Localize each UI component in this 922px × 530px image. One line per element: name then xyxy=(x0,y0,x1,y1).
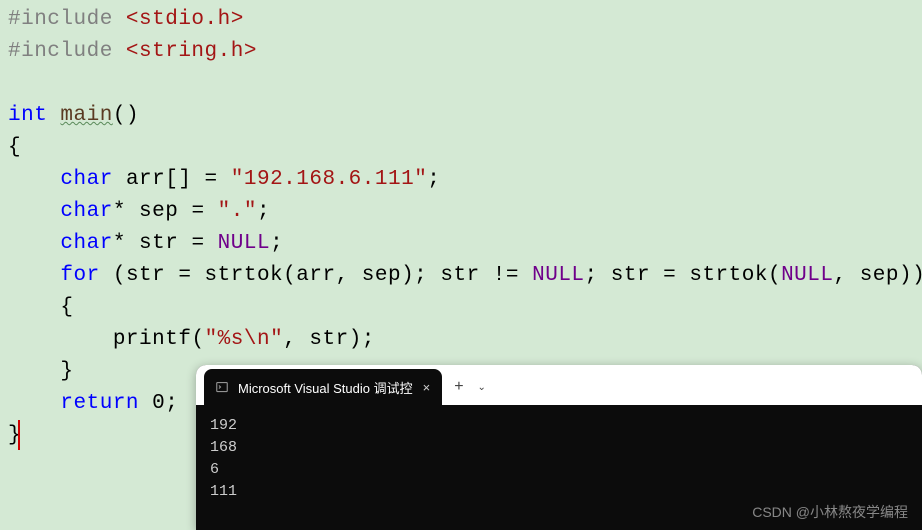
string-literal: "." xyxy=(218,200,257,223)
terminal-titlebar[interactable]: Microsoft Visual Studio 调试控 × + ⌄ xyxy=(196,365,922,405)
output-line: 192 xyxy=(210,415,908,437)
code-line: printf("%s\n", str); xyxy=(8,324,914,356)
open-brace: { xyxy=(8,136,21,159)
tab-dropdown-button[interactable]: ⌄ xyxy=(478,382,486,393)
close-icon[interactable]: × xyxy=(423,380,431,395)
format-string: "%s\n" xyxy=(205,328,284,351)
code-line: for (str = strtok(arr, sep); str != NULL… xyxy=(8,260,914,292)
text-cursor xyxy=(18,420,20,450)
for-keyword: for xyxy=(60,264,99,287)
code-line: } xyxy=(8,420,21,452)
type-keyword: char xyxy=(60,168,112,191)
null-macro: NULL xyxy=(218,232,270,255)
printf-call: printf xyxy=(113,328,192,351)
code-line: int main() xyxy=(8,100,914,132)
preprocessor-directive: #include xyxy=(8,8,126,31)
code-line: #include <stdio.h> xyxy=(8,4,914,36)
add-tab-button[interactable]: + xyxy=(454,378,463,396)
null-macro: NULL xyxy=(532,264,584,287)
null-macro: NULL xyxy=(781,264,833,287)
terminal-icon xyxy=(216,381,228,393)
include-path: <stdio.h> xyxy=(126,8,244,31)
output-line: 168 xyxy=(210,437,908,459)
code-line: #include <string.h> xyxy=(8,36,914,68)
string-literal: "192.168.6.111" xyxy=(231,168,428,191)
terminal-output[interactable]: 192 168 6 111 xyxy=(196,405,922,530)
tab-controls: + ⌄ xyxy=(442,369,498,405)
function-name: main xyxy=(60,104,112,127)
type-keyword: char xyxy=(60,200,112,223)
output-line: 6 xyxy=(210,459,908,481)
terminal-window: Microsoft Visual Studio 调试控 × + ⌄ 192 16… xyxy=(196,365,922,530)
include-path: <string.h> xyxy=(126,40,257,63)
output-line: 111 xyxy=(210,481,908,503)
code-line: char* str = NULL; xyxy=(8,228,914,260)
empty-line xyxy=(8,68,914,100)
code-line: char arr[] = "192.168.6.111"; xyxy=(8,164,914,196)
code-line: char* sep = "."; xyxy=(8,196,914,228)
code-line: { xyxy=(8,292,914,324)
code-line: { xyxy=(8,132,914,164)
preprocessor-directive: #include xyxy=(8,40,126,63)
parens: () xyxy=(113,104,139,127)
return-keyword: return xyxy=(60,392,139,415)
terminal-tab[interactable]: Microsoft Visual Studio 调试控 × xyxy=(204,369,442,405)
type-keyword: int xyxy=(8,104,47,127)
type-keyword: char xyxy=(60,232,112,255)
tab-title: Microsoft Visual Studio 调试控 xyxy=(238,378,413,397)
